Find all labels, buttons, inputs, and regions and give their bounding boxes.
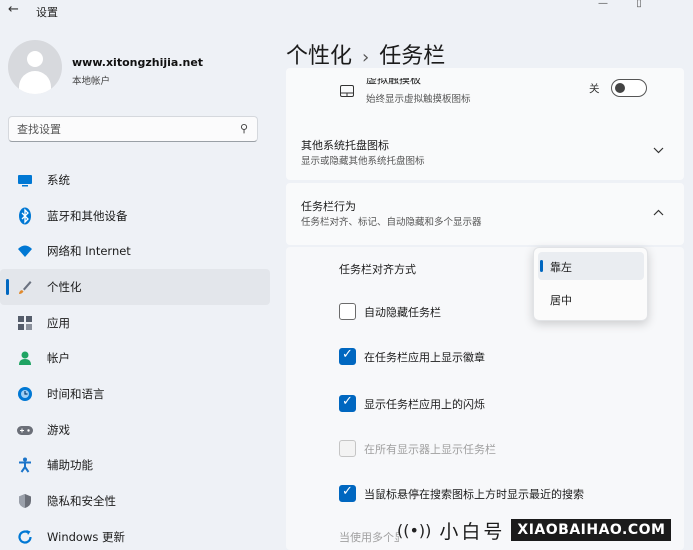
- gamepad-icon: [16, 421, 34, 439]
- sidebar-item-system[interactable]: 系统: [0, 162, 270, 198]
- behaviors-title: 任务栏行为: [301, 200, 356, 213]
- watermark: ((•)) 小白号 XIAOBAIHAO.COM: [393, 510, 693, 550]
- globe-clock-icon: [16, 385, 34, 403]
- show-flashing-label: 显示任务栏应用上的闪烁: [364, 398, 485, 411]
- all-displays-checkbox: [339, 440, 356, 457]
- sidebar-item-accessibility[interactable]: 辅助功能: [0, 448, 270, 484]
- sidebar-item-label: 游戏: [47, 422, 70, 437]
- alignment-option-center[interactable]: 居中: [538, 285, 644, 313]
- chevron-down-icon[interactable]: [653, 144, 664, 157]
- sidebar-item-network[interactable]: 网络和 Internet: [0, 233, 270, 269]
- sidebar-item-label: Windows 更新: [47, 529, 125, 544]
- maximize-icon[interactable]: ▯: [621, 0, 657, 10]
- recent-searches-checkbox[interactable]: [339, 484, 356, 502]
- breadcrumb-separator: ›: [362, 47, 370, 68]
- sidebar-item-bluetooth[interactable]: 蓝牙和其他设备: [0, 198, 270, 234]
- touchpad-setting-card: 虚拟触摸板 始终显示虚拟触摸板图标 关: [286, 68, 684, 132]
- chevron-up-icon[interactable]: [653, 206, 664, 219]
- taskbar-behaviors-header[interactable]: 任务栏行为 任务栏对齐、标记、自动隐藏和多个显示器: [286, 183, 684, 245]
- close-icon[interactable]: [657, 0, 693, 10]
- back-arrow-icon[interactable]: ←: [8, 2, 19, 17]
- page-title: 任务栏: [379, 44, 446, 69]
- sidebar-item-label: 系统: [47, 172, 70, 187]
- app-title: 设置: [36, 6, 58, 19]
- broadcast-icon: ((•)): [397, 520, 432, 540]
- profile-account-type: 本地帐户: [72, 76, 111, 87]
- breadcrumb: 个性化 › 任务栏: [286, 38, 445, 70]
- sidebar-item-label: 隐私和安全性: [47, 494, 116, 509]
- show-flashing-checkbox[interactable]: [339, 394, 356, 412]
- all-displays-label: 在所有显示器上显示任务栏: [364, 443, 496, 456]
- sidebar-item-label: 辅助功能: [47, 458, 93, 473]
- window-controls: — ▯: [585, 0, 693, 14]
- shield-icon: [16, 492, 34, 510]
- sidebar-item-gaming[interactable]: 游戏: [0, 412, 270, 448]
- person-icon: [16, 349, 34, 367]
- sidebar-item-label: 时间和语言: [47, 386, 105, 401]
- recent-searches-label: 当鼠标悬停在搜索图标上方时显示最近的搜索: [364, 488, 584, 501]
- sidebar-item-accounts[interactable]: 帐户: [0, 340, 270, 376]
- sidebar-item-label: 个性化: [47, 279, 82, 294]
- touchpad-subtitle: 始终显示虚拟触摸板图标: [366, 94, 471, 105]
- profile-name: www.xitongzhijia.net: [72, 56, 204, 69]
- behaviors-subtitle: 任务栏对齐、标记、自动隐藏和多个显示器: [301, 217, 482, 228]
- sidebar-item-label: 帐户: [47, 351, 70, 366]
- touchpad-state-label: 关: [589, 83, 600, 95]
- sidebar-item-label: 网络和 Internet: [47, 244, 131, 259]
- auto-hide-checkbox[interactable]: [339, 303, 356, 320]
- show-badges-checkbox[interactable]: [339, 347, 356, 365]
- tray-icons-subtitle: 显示或隐藏其他系统托盘图标: [301, 156, 425, 167]
- wifi-icon: [16, 242, 34, 260]
- multi-display-label-partial: 当使用多个显示器时，将我的任务栏应用显示于: [339, 531, 399, 543]
- sidebar-item-label: 应用: [47, 315, 70, 330]
- watermark-cn: 小白号: [439, 520, 506, 543]
- sidebar-item-windows-update[interactable]: Windows 更新: [0, 519, 270, 550]
- sidebar: www.xitongzhijia.net 本地帐户 ⚲ 系统 蓝牙和其他设备 网…: [0, 22, 272, 550]
- monitor-icon: [16, 171, 34, 189]
- sidebar-item-time-language[interactable]: 时间和语言: [0, 376, 270, 412]
- sidebar-nav: 系统 蓝牙和其他设备 网络和 Internet 个性化 应用 帐户 时间和语言 …: [0, 162, 272, 550]
- user-profile[interactable]: www.xitongzhijia.net 本地帐户: [8, 40, 268, 100]
- tray-icons-card[interactable]: 其他系统托盘图标 显示或隐藏其他系统托盘图标: [286, 125, 684, 180]
- show-badges-label: 在任务栏应用上显示徽章: [364, 351, 485, 364]
- alignment-option-label: 居中: [550, 294, 572, 307]
- touchpad-icon: [340, 82, 354, 101]
- tray-icons-title: 其他系统托盘图标: [301, 139, 389, 152]
- minimize-icon[interactable]: —: [585, 0, 621, 10]
- avatar: [8, 40, 62, 94]
- alignment-option-left[interactable]: 靠左: [538, 252, 644, 280]
- sidebar-item-personalization[interactable]: 个性化: [0, 269, 270, 305]
- apps-icon: [16, 314, 34, 332]
- search-box[interactable]: ⚲: [8, 116, 258, 142]
- watermark-en: XIAOBAIHAO.COM: [511, 519, 672, 541]
- title-bar: ← 设置 — ▯: [0, 0, 693, 22]
- bluetooth-icon: [16, 207, 34, 225]
- sidebar-item-privacy[interactable]: 隐私和安全性: [0, 483, 270, 519]
- alignment-option-label: 靠左: [550, 261, 572, 274]
- touchpad-toggle[interactable]: [611, 79, 647, 97]
- search-icon[interactable]: ⚲: [240, 122, 248, 135]
- sidebar-item-apps[interactable]: 应用: [0, 305, 270, 341]
- search-input[interactable]: [17, 121, 217, 137]
- breadcrumb-parent[interactable]: 个性化: [286, 44, 352, 69]
- auto-hide-label: 自动隐藏任务栏: [364, 306, 441, 319]
- accessibility-icon: [16, 456, 34, 474]
- update-icon: [16, 528, 34, 546]
- brush-icon: [16, 278, 34, 296]
- alignment-dropdown[interactable]: 靠左 居中: [533, 247, 648, 321]
- touchpad-title: 虚拟触摸板: [366, 78, 421, 86]
- alignment-label: 任务栏对齐方式: [339, 263, 416, 276]
- sidebar-item-label: 蓝牙和其他设备: [47, 208, 128, 223]
